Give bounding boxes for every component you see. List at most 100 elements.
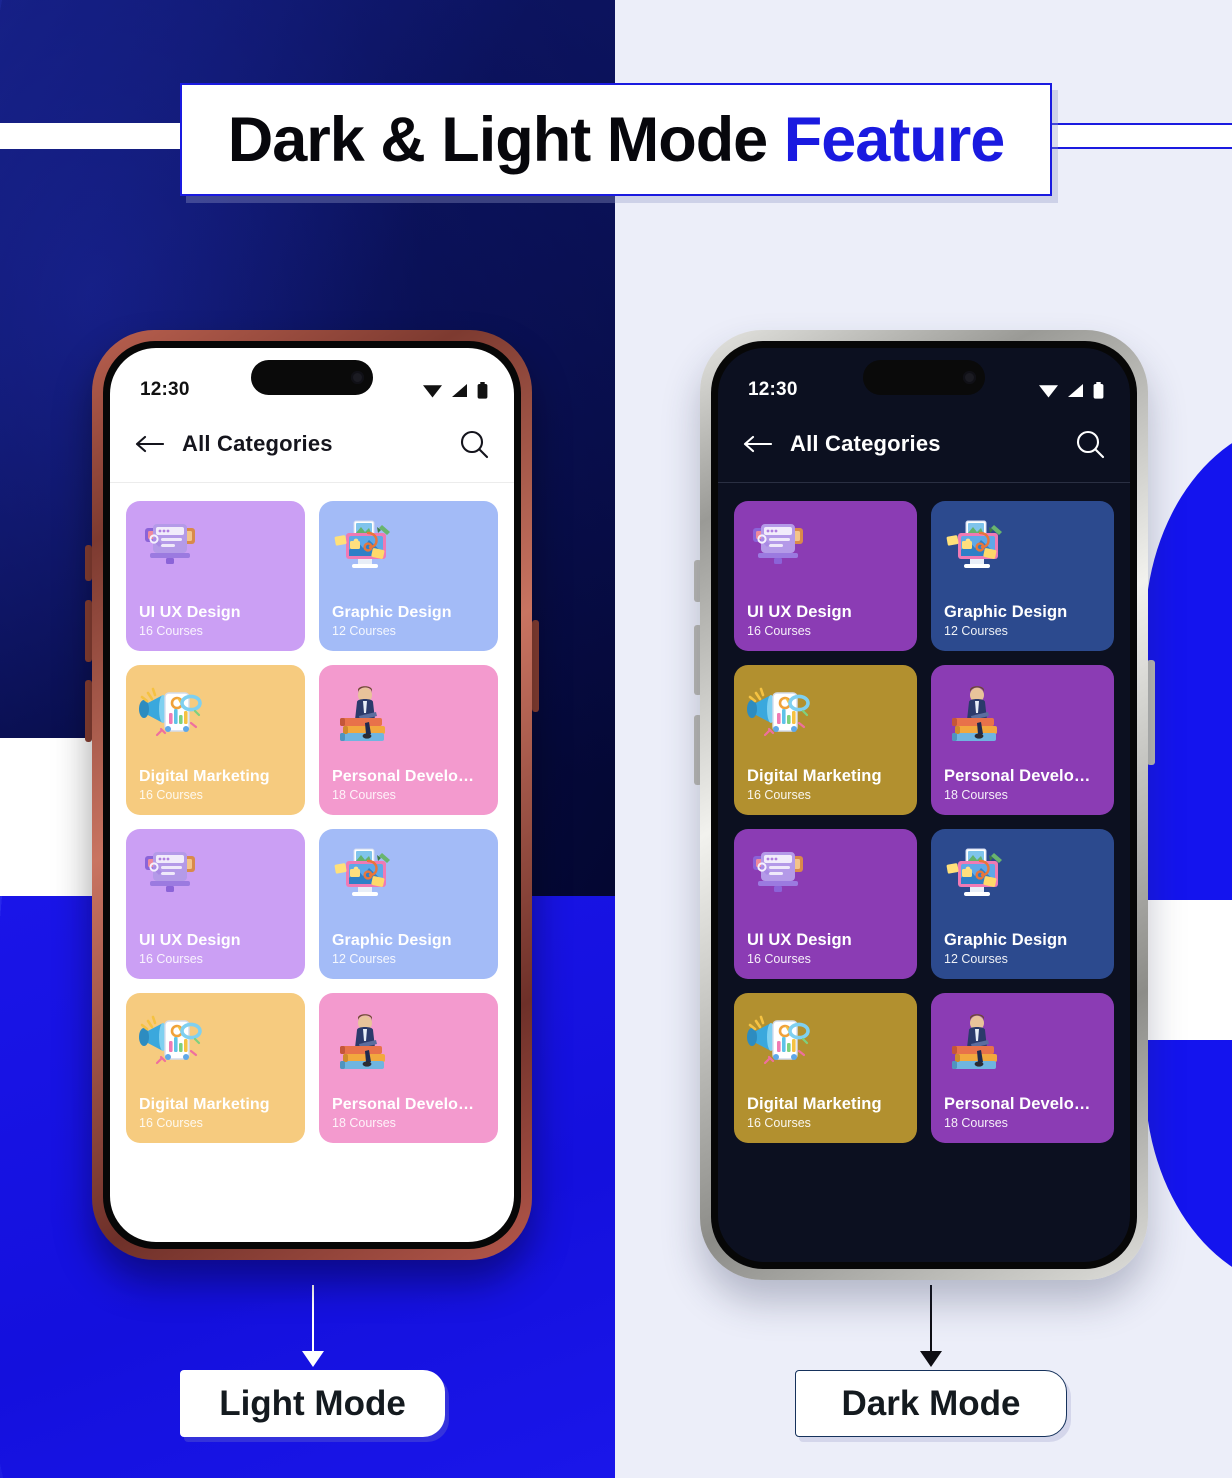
dynamic-island — [251, 360, 373, 395]
phone-light-power-button[interactable] — [532, 620, 539, 712]
status-bar-icons — [1039, 381, 1104, 399]
category-card-count: 16 Courses — [139, 952, 203, 966]
category-card-count: 16 Courses — [747, 624, 811, 638]
category-card[interactable]: UI UX Design 16 Courses — [734, 501, 917, 651]
phone-light-silent-switch[interactable] — [85, 545, 92, 581]
category-card[interactable]: Digital Marketing 16 Courses — [734, 665, 917, 815]
category-card[interactable]: Personal Develo… 18 Courses — [931, 993, 1114, 1143]
category-card[interactable]: Digital Marketing 16 Courses — [126, 993, 305, 1143]
personal-development-icon — [332, 679, 485, 745]
light-mode-label-text: Light Mode — [219, 1383, 406, 1423]
phone-dark-bezel: 12:30 All Categories UI UX Design 16 Cou… — [711, 341, 1137, 1269]
category-card-count: 12 Courses — [944, 624, 1008, 638]
ui-ux-design-icon — [747, 843, 904, 909]
category-card-title: Graphic Design — [332, 604, 452, 621]
wifi-icon — [1039, 384, 1058, 397]
banner-rule-right — [1050, 123, 1232, 149]
category-card[interactable]: Personal Develo… 18 Courses — [319, 665, 498, 815]
category-card-title: Personal Develo… — [944, 1095, 1091, 1113]
category-card-count: 12 Courses — [944, 952, 1008, 966]
category-card[interactable]: UI UX Design 16 Courses — [126, 829, 305, 979]
status-bar-dark: 12:30 — [718, 348, 1130, 410]
phone-light-mode: 12:30 All Categories UI UX Design 16 Cou… — [92, 330, 532, 1260]
category-card-count: 16 Courses — [747, 1116, 811, 1130]
signal-icon — [1068, 383, 1083, 397]
poster-canvas: Dark & Light Mode Feature 12:30 All Cate… — [0, 0, 1232, 1478]
ui-ux-design-icon — [747, 515, 904, 581]
graphic-design-icon — [944, 843, 1101, 909]
category-card-title: Graphic Design — [944, 603, 1068, 621]
light-mode-label: Light Mode — [180, 1370, 445, 1437]
category-card-count: 18 Courses — [944, 788, 1008, 802]
page-title-main: Dark & Light Mode — [227, 104, 784, 175]
phone-dark-power-button[interactable] — [1147, 660, 1155, 765]
search-icon[interactable] — [1074, 428, 1106, 460]
wifi-icon — [423, 384, 442, 397]
category-card[interactable]: UI UX Design 16 Courses — [126, 501, 305, 651]
category-card[interactable]: Graphic Design 12 Courses — [319, 501, 498, 651]
personal-development-icon — [332, 1007, 485, 1073]
ui-ux-design-icon — [139, 843, 292, 909]
personal-development-icon — [944, 1007, 1101, 1073]
category-card-title: UI UX Design — [139, 604, 241, 621]
phone-light-screen: 12:30 All Categories UI UX Design 16 Cou… — [110, 348, 514, 1242]
phone-dark-screen: 12:30 All Categories UI UX Design 16 Cou… — [718, 348, 1130, 1262]
category-card-count: 16 Courses — [139, 624, 203, 638]
graphic-design-icon — [332, 515, 485, 581]
category-card-title: Personal Develo… — [332, 768, 475, 785]
category-card-count: 16 Courses — [139, 1116, 203, 1130]
battery-icon — [477, 381, 488, 399]
category-card[interactable]: Personal Develo… 18 Courses — [319, 993, 498, 1143]
category-card[interactable]: Digital Marketing 16 Courses — [126, 665, 305, 815]
category-card[interactable]: Graphic Design 12 Courses — [931, 829, 1114, 979]
category-card[interactable]: Graphic Design 12 Courses — [319, 829, 498, 979]
page-title-accent: Feature — [783, 104, 1006, 175]
category-card-count: 16 Courses — [747, 788, 811, 802]
status-bar-clock: 12:30 — [748, 379, 798, 400]
category-card-title: UI UX Design — [747, 931, 852, 949]
banner-rule-left — [0, 123, 200, 149]
category-card-title: Personal Develo… — [332, 1096, 475, 1113]
digital-marketing-icon — [139, 679, 292, 745]
category-card[interactable]: Digital Marketing 16 Courses — [734, 993, 917, 1143]
signal-icon — [452, 383, 467, 397]
category-card-count: 12 Courses — [332, 624, 396, 638]
app-bar-title: All Categories — [790, 431, 941, 456]
category-card-count: 16 Courses — [747, 952, 811, 966]
battery-icon — [1093, 381, 1104, 399]
category-card[interactable]: Personal Develo… 18 Courses — [931, 665, 1114, 815]
category-card-title: Digital Marketing — [747, 767, 882, 785]
category-card-count: 12 Courses — [332, 952, 396, 966]
back-arrow-icon[interactable] — [742, 434, 773, 454]
personal-development-icon — [944, 679, 1101, 745]
ui-ux-design-icon — [139, 515, 292, 581]
category-grid-dark: UI UX Design 16 Courses Graphic Design 12 … — [718, 483, 1130, 1161]
dark-mode-label: Dark Mode — [795, 1370, 1067, 1437]
category-card-title: UI UX Design — [747, 603, 852, 621]
category-card-title: Graphic Design — [944, 931, 1068, 949]
phone-light-bezel: 12:30 All Categories UI UX Design 16 Cou… — [103, 341, 521, 1249]
phone-dark-mode: 12:30 All Categories UI UX Design 16 Cou… — [700, 330, 1148, 1280]
search-icon[interactable] — [458, 428, 490, 460]
back-arrow-icon[interactable] — [134, 434, 165, 454]
app-bar-dark: All Categories — [718, 410, 1130, 482]
category-card-count: 18 Courses — [944, 1116, 1008, 1130]
background-white-band-right — [1145, 900, 1232, 1040]
phone-light-volume-up-button[interactable] — [85, 600, 92, 662]
app-bar-light: All Categories — [110, 410, 514, 482]
category-grid-light: UI UX Design 16 Courses Graphic Design 12 … — [110, 483, 514, 1161]
front-camera-icon — [351, 371, 364, 384]
status-bar-light: 12:30 — [110, 348, 514, 410]
category-card[interactable]: Graphic Design 12 Courses — [931, 501, 1114, 651]
category-card-title: Graphic Design — [332, 932, 452, 949]
background-blue-blob-right — [1145, 420, 1232, 1290]
dynamic-island — [863, 360, 985, 395]
category-card-count: 18 Courses — [332, 788, 396, 802]
app-bar-title: All Categories — [182, 431, 333, 456]
phone-light-volume-down-button[interactable] — [85, 680, 92, 742]
dark-mode-label-text: Dark Mode — [841, 1383, 1021, 1423]
category-card[interactable]: UI UX Design 16 Courses — [734, 829, 917, 979]
digital-marketing-icon — [747, 679, 904, 745]
digital-marketing-icon — [747, 1007, 904, 1073]
category-card-title: UI UX Design — [139, 932, 241, 949]
